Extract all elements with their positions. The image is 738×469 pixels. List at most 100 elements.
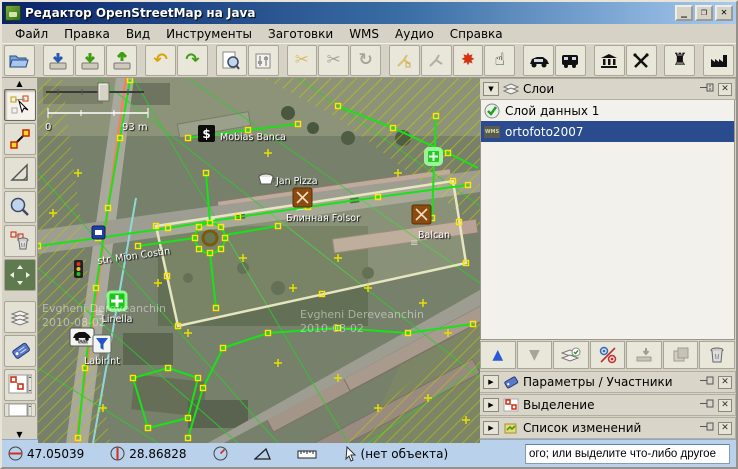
purge-button[interactable]: ✸ <box>453 45 484 76</box>
changeset-close-icon[interactable]: ✕ <box>718 422 732 435</box>
changeset-panel-header: ▶ Список изменений ✕ <box>479 417 736 439</box>
selection-panel-header: ▶ Выделение ✕ <box>479 394 736 416</box>
map-label-linella: Linella <box>102 314 133 325</box>
open-file-button[interactable] <box>4 45 35 76</box>
preset-industrial-button[interactable] <box>703 45 734 76</box>
properties-pin-icon[interactable] <box>700 376 715 388</box>
preset-bank-button[interactable] <box>594 45 625 76</box>
map-canvas[interactable]: $ <box>38 78 476 439</box>
menu-view[interactable]: Вид <box>119 26 157 42</box>
layers-panel-icon <box>503 81 519 97</box>
properties-expand-button[interactable]: ▶ <box>483 375 499 389</box>
main-toolbar: ↶ ↷ ✂ ✂ ↻ ✸ ☝ <box>2 43 736 78</box>
partial-combo-button[interactable] <box>4 403 36 417</box>
app-icon <box>5 5 21 21</box>
tags-dialog-button[interactable] <box>4 335 36 367</box>
menu-tools[interactable]: Инструменты <box>159 26 259 42</box>
heading-icon <box>213 446 228 461</box>
distance-readout <box>297 449 317 459</box>
select-tool-button[interactable] <box>4 89 36 121</box>
angle-tool-button[interactable] <box>4 157 36 189</box>
unglue-node-button-disabled <box>389 45 420 76</box>
layers-close-icon[interactable]: ✕ <box>718 83 732 96</box>
extrude-tool-button[interactable] <box>4 259 36 291</box>
layer-up-button[interactable]: ▲ <box>480 341 516 369</box>
layer-row-wms[interactable]: WMS ortofoto2007 <box>481 121 734 142</box>
menu-presets[interactable]: Заготовки <box>261 26 340 42</box>
changeset-pin-icon[interactable] <box>700 422 715 434</box>
preset-bus-button[interactable] <box>555 45 586 76</box>
transport-sign-poi-icon <box>92 226 105 239</box>
redo-button[interactable]: ↷ <box>177 45 208 76</box>
josm-window: Редактор OpenStreetMap на Java _ ❐ ✕ Фай… <box>0 0 738 469</box>
menu-file[interactable]: Файл <box>8 26 55 42</box>
selection-expand-button[interactable]: ▶ <box>483 398 499 412</box>
preferences-button[interactable] <box>216 45 247 76</box>
map-label-folsor: Блинная Folsor <box>286 213 360 224</box>
object-info: (нет объекта) <box>343 446 449 462</box>
svg-text:$: $ <box>202 127 210 141</box>
bank-poi-icon: $ <box>198 125 215 142</box>
layers-pin-icon[interactable] <box>700 83 715 95</box>
undo-button[interactable]: ↶ <box>145 45 176 76</box>
scale-start-label: 0 <box>45 122 51 133</box>
preset-car-button[interactable] <box>523 45 554 76</box>
maximize-button[interactable]: ❐ <box>695 5 713 21</box>
download-data-button[interactable] <box>43 45 74 76</box>
layers-collapse-button[interactable]: ▼ <box>483 82 499 96</box>
restaurant-poi-icon-1 <box>293 188 312 207</box>
menu-wms[interactable]: WMS <box>342 26 386 42</box>
selection-close-icon[interactable]: ✕ <box>718 399 732 412</box>
properties-panel-title: Параметры / Участники <box>523 375 696 389</box>
layer-activate-button[interactable] <box>553 341 589 369</box>
title-bar[interactable]: Редактор OpenStreetMap на Java _ ❐ ✕ <box>2 2 736 24</box>
layers-dialog-button[interactable] <box>4 301 36 333</box>
menu-bar: Файл Правка Вид Инструменты Заготовки WM… <box>2 24 736 43</box>
map-label-bank: Mobias Banca <box>220 132 286 143</box>
minimize-button[interactable]: _ <box>675 5 693 21</box>
changeset-expand-button[interactable]: ▶ <box>483 421 499 435</box>
scroll-up-arrow[interactable]: ▲ <box>3 78 37 88</box>
status-bar: 47.05039 28.86828 (нет объекта) <box>2 439 736 467</box>
toggle-dialogs-button[interactable] <box>248 45 279 76</box>
merge-node-button-disabled <box>421 45 452 76</box>
hand-pan-button[interactable]: ☝ <box>484 45 515 76</box>
zoom-tool-button[interactable] <box>4 191 36 223</box>
delete-tool-button[interactable] <box>4 225 36 257</box>
relations-dialog-button[interactable] <box>4 369 36 401</box>
upload-button[interactable] <box>106 45 137 76</box>
combine-way-button-disabled: ✂ <box>318 45 349 76</box>
cursor-icon <box>343 446 357 462</box>
watermark-date-2: 2010-08-02 <box>300 322 364 335</box>
angle-icon <box>254 447 271 460</box>
download-osm-button[interactable] <box>75 45 106 76</box>
status-hint-field[interactable] <box>525 444 730 464</box>
preset-castle-button[interactable]: ♜ <box>664 45 695 76</box>
layers-panel-title: Слои <box>523 82 696 96</box>
close-button[interactable]: ✕ <box>715 5 733 21</box>
layer-down-button: ▼ <box>517 341 553 369</box>
draw-node-tool-button[interactable] <box>4 123 36 155</box>
layer-visibility-button[interactable] <box>590 341 626 369</box>
scroll-down-arrow[interactable]: ▼ <box>3 429 37 439</box>
update-button-disabled: ↻ <box>350 45 381 76</box>
map-label-labirint: Labirint <box>84 356 120 367</box>
properties-close-icon[interactable]: ✕ <box>718 376 732 389</box>
layer-row-data[interactable]: Слой данных 1 <box>481 100 734 121</box>
restaurant-poi-icon-2 <box>412 205 431 224</box>
layer-name: Слой данных 1 <box>505 104 599 118</box>
selection-pin-icon[interactable] <box>700 399 715 411</box>
latitude-readout: 47.05039 <box>8 446 84 461</box>
layers-panel-header: ▼ Слои ✕ <box>479 78 736 100</box>
menu-edit[interactable]: Правка <box>57 26 117 42</box>
map-label-taxi: TAXI <box>76 339 87 345</box>
preset-restaurant-button[interactable] <box>626 45 657 76</box>
latitude-icon <box>8 446 23 461</box>
properties-panel-icon <box>503 374 519 390</box>
longitude-readout: 28.86828 <box>110 446 186 461</box>
edit-tools-sidebar: ▲ <box>2 78 38 439</box>
heading-readout <box>213 446 228 461</box>
menu-audio[interactable]: Аудио <box>388 26 441 42</box>
menu-help[interactable]: Справка <box>443 26 510 42</box>
layer-delete-button[interactable] <box>699 341 735 369</box>
